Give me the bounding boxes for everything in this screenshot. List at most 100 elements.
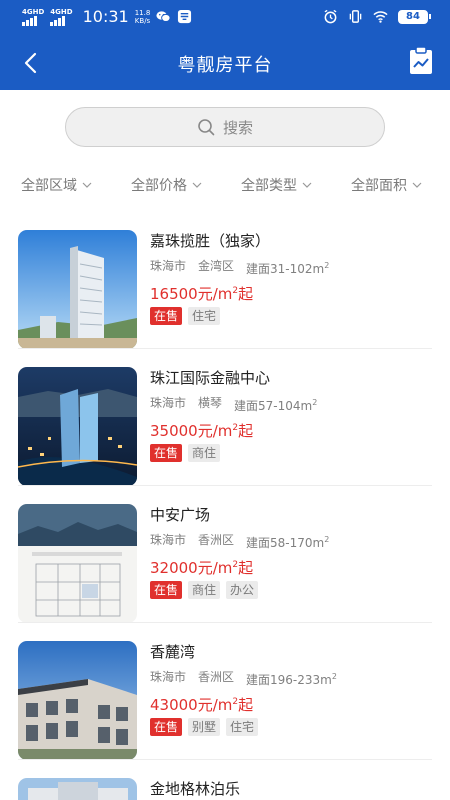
signal-bars-icon	[50, 15, 66, 26]
property-area-text: 建面196-233m	[246, 673, 332, 687]
property-area-text: 建面58-170m	[246, 536, 325, 550]
filter-type-label: 全部类型	[241, 178, 297, 194]
type-tag: 住宅	[188, 307, 221, 325]
type-tag: 办公	[226, 581, 259, 599]
filter-region[interactable]: 全部区域	[21, 175, 92, 195]
price-text: 43000元/m	[150, 696, 233, 714]
status-badge: 在售	[150, 581, 183, 599]
property-city: 珠海市	[150, 670, 187, 684]
property-price: 35000元/m2起	[150, 418, 436, 440]
page-title: 粤靓房平台	[177, 55, 273, 76]
type-tag: 别墅	[188, 718, 221, 736]
property-price: 32000元/m2起	[150, 555, 436, 577]
clipboard-chart-icon[interactable]	[408, 46, 434, 76]
property-area-unit-sup: 2	[324, 535, 330, 544]
chevron-down-icon	[192, 182, 202, 188]
filter-area-label: 全部面积	[351, 178, 407, 194]
property-district: 横琴	[198, 396, 223, 410]
property-area-text: 建面31-102m	[246, 262, 325, 276]
price-text: 35000元/m	[150, 422, 233, 440]
filter-price[interactable]: 全部价格	[131, 175, 202, 195]
property-item[interactable]: 中安广场 珠海市 香洲区 建面58-170m2 32000元/m2起 在售 商住…	[0, 486, 450, 623]
property-info: 香麓湾 珠海市 香洲区 建面196-233m2 43000元/m2起 在售 别墅…	[150, 641, 436, 736]
search-icon	[198, 119, 215, 136]
signal-1-label: 4GHD	[22, 7, 45, 16]
property-area: 建面58-170m2	[246, 531, 330, 550]
chevron-down-icon	[412, 182, 422, 188]
alarm-icon	[324, 9, 337, 24]
property-name: 珠江国际金融中心	[150, 369, 271, 387]
status-right: 84	[323, 9, 431, 24]
property-tags: 在售 住宅	[150, 307, 436, 325]
property-tags: 在售 别墅 住宅	[150, 718, 436, 736]
property-photo	[18, 641, 137, 760]
property-photo	[18, 367, 137, 486]
property-area-text: 建面57-104m	[234, 399, 313, 413]
property-item[interactable]: 珠江国际金融中心 珠海市 横琴 建面57-104m2 35000元/m2起 在售…	[0, 349, 450, 486]
vibrate-icon	[349, 10, 362, 23]
wechat-icon	[156, 11, 171, 22]
signal-bars-icon	[22, 15, 37, 26]
property-name: 香麓湾	[150, 643, 196, 661]
battery-indicator: 84	[398, 9, 431, 24]
filter-type[interactable]: 全部类型	[241, 175, 312, 195]
price-suffix: 起	[238, 422, 254, 440]
chevron-down-icon	[302, 182, 312, 188]
search-input[interactable]: 搜索	[65, 107, 385, 147]
price-suffix: 起	[238, 285, 254, 303]
property-info: 嘉珠揽胜（独家） 珠海市 金湾区 建面31-102m2 16500元/m2起 在…	[150, 230, 436, 325]
property-area-unit-sup: 2	[331, 672, 337, 681]
property-item[interactable]: 香麓湾 珠海市 香洲区 建面196-233m2 43000元/m2起 在售 别墅…	[0, 623, 450, 760]
status-badge: 在售	[150, 307, 183, 325]
chevron-down-icon	[82, 182, 92, 188]
wifi-icon	[373, 11, 388, 23]
property-item[interactable]: 嘉珠揽胜（独家） 珠海市 金湾区 建面31-102m2 16500元/m2起 在…	[0, 212, 450, 349]
type-tag: 商住	[188, 581, 221, 599]
property-area: 建面31-102m2	[246, 257, 329, 276]
property-city: 珠海市	[150, 396, 187, 410]
property-tags: 在售 商住 办公	[150, 581, 436, 599]
property-meta: 珠海市 横琴 建面57-104m2	[150, 394, 436, 413]
price-text: 16500元/m	[150, 285, 233, 303]
property-photo	[18, 504, 137, 623]
network-speed-unit: KB/s	[134, 16, 151, 25]
property-city: 珠海市	[150, 533, 187, 547]
property-area: 建面57-104m2	[234, 394, 318, 413]
signal-1: 4GHD	[22, 8, 44, 26]
clock: 10:31	[82, 7, 129, 26]
network-speed-value: 11.8	[134, 8, 151, 17]
price-text: 32000元/m	[150, 559, 233, 577]
search-placeholder: 搜索	[222, 118, 253, 137]
property-area-unit-sup: 2	[312, 398, 318, 407]
property-name: 金地格林泊乐	[150, 780, 241, 798]
type-tag: 商住	[188, 444, 221, 462]
property-price: 43000元/m2起	[150, 692, 436, 714]
filter-price-label: 全部价格	[131, 178, 187, 194]
filter-area[interactable]: 全部面积	[351, 175, 422, 195]
property-district: 香洲区	[198, 533, 235, 547]
property-item[interactable]: 金地格林泊乐	[0, 760, 450, 800]
signal-2-label: 4GHD	[50, 7, 73, 16]
status-left: 4GHD 4GHD 10:31 11.8 KB/s	[22, 7, 192, 26]
app-notification-icon	[178, 9, 192, 24]
property-area: 建面196-233m2	[246, 668, 337, 687]
type-tag: 住宅	[226, 718, 259, 736]
property-meta: 珠海市 金湾区 建面31-102m2	[150, 257, 436, 276]
property-city: 珠海市	[150, 259, 187, 273]
property-meta: 珠海市 香洲区 建面58-170m2	[150, 531, 436, 550]
property-info: 中安广场 珠海市 香洲区 建面58-170m2 32000元/m2起 在售 商住…	[150, 504, 436, 599]
property-tags: 在售 商住	[150, 444, 436, 462]
property-district: 香洲区	[198, 670, 235, 684]
property-info: 金地格林泊乐	[150, 778, 436, 800]
status-badge: 在售	[150, 444, 183, 462]
signal-2: 4GHD	[50, 7, 73, 26]
property-photo	[18, 778, 137, 800]
filter-region-label: 全部区域	[21, 178, 77, 194]
property-photo	[18, 230, 137, 349]
property-name: 嘉珠揽胜（独家）	[150, 232, 271, 250]
price-suffix: 起	[238, 696, 254, 714]
property-info: 珠江国际金融中心 珠海市 横琴 建面57-104m2 35000元/m2起 在售…	[150, 367, 436, 462]
app-header: 粤靓房平台	[0, 36, 450, 90]
network-speed: 11.8 KB/s	[135, 9, 151, 25]
property-name: 中安广场	[150, 506, 211, 524]
